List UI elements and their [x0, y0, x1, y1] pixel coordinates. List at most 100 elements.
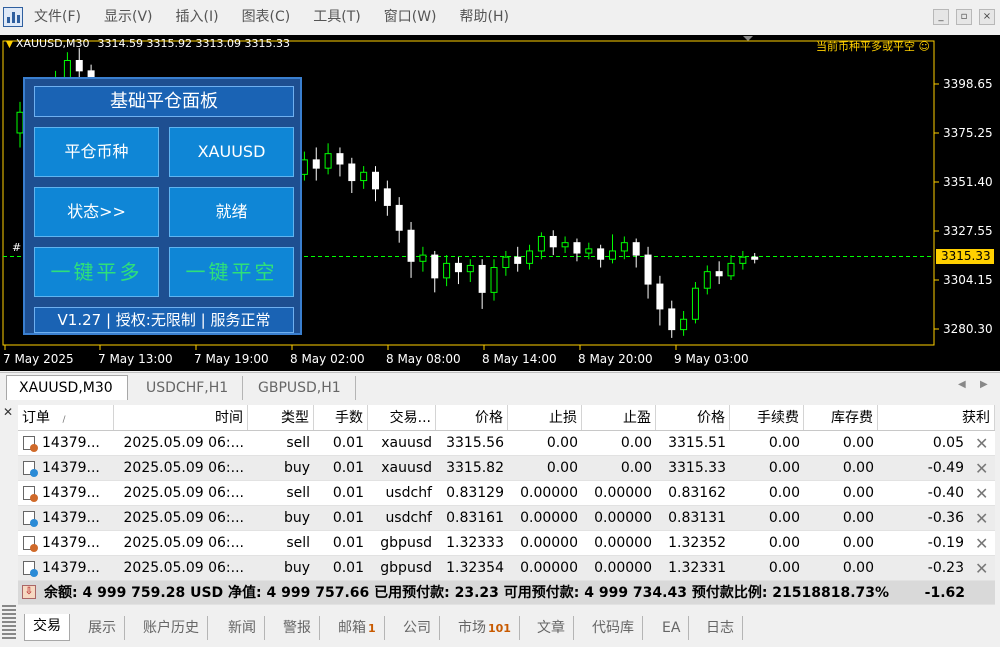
cell-type: buy	[283, 560, 310, 576]
tab-market[interactable]: 市场 101	[450, 616, 520, 640]
cell-symbol: gbpusd	[380, 560, 432, 576]
tab-trade[interactable]: 交易	[24, 614, 70, 641]
price-tick: 3375.25	[943, 126, 993, 140]
time-tick: 8 May 08:00	[386, 352, 461, 366]
time-tick: 8 May 20:00	[578, 352, 653, 366]
cell-tp: 0.00000	[594, 510, 652, 526]
tab-news[interactable]: 新闻	[220, 616, 265, 640]
cell-price: 0.83162	[668, 485, 726, 501]
candle-body	[300, 159, 308, 175]
tab-scroll-left-icon[interactable]: ◀	[958, 379, 966, 390]
cell-ticket: 14379...	[42, 560, 100, 576]
cell-open-price: 1.32354	[446, 560, 504, 576]
column-header-time[interactable]: 时间	[114, 405, 248, 430]
menu-charts[interactable]: 图表(C)	[242, 0, 291, 35]
close-order-icon[interactable]: ✕	[975, 456, 988, 481]
close-order-icon[interactable]: ✕	[975, 506, 988, 531]
close-symbol-value-button[interactable]: XAUUSD	[169, 127, 294, 177]
close-icon[interactable]: ×	[979, 9, 995, 25]
candle-body	[680, 318, 688, 331]
candle-body	[514, 256, 522, 264]
price-chart[interactable]: ▼ XAUUSD,M30 3314.59 3315.92 3313.09 3315.…	[0, 35, 1000, 371]
table-row[interactable]: 14379... 2025.05.09 06:... sell 0.01 gbpusd 1…	[18, 531, 995, 556]
tab-mailbox[interactable]: 邮箱 1	[330, 616, 385, 640]
dropdown-triangle-icon[interactable]: ▼	[6, 40, 13, 50]
menu-file[interactable]: 文件(F)	[34, 0, 81, 35]
menu-window[interactable]: 窗口(W)	[384, 0, 437, 35]
column-header-lots[interactable]: 手数	[314, 405, 368, 430]
close-order-icon[interactable]: ✕	[975, 481, 988, 506]
tab-ea[interactable]: EA	[654, 616, 690, 640]
candle-body	[419, 254, 427, 262]
table-row[interactable]: 14379... 2025.05.09 06:... sell 0.01 usdchf 0…	[18, 481, 995, 506]
terminal-close-icon[interactable]: ✕	[3, 405, 13, 419]
tab-company[interactable]: 公司	[395, 616, 440, 640]
table-row[interactable]: 14379... 2025.05.09 06:... buy 0.01 gbpusd 1.…	[18, 556, 995, 581]
tab-scroll-right-icon[interactable]: ▶	[980, 379, 988, 390]
table-row[interactable]: 14379... 2025.05.09 06:... sell 0.01 xauusd 3…	[18, 431, 995, 456]
close-symbol-label-button[interactable]: 平仓币种	[34, 127, 159, 177]
cell-commission: 0.00	[768, 485, 800, 501]
column-header-open-price[interactable]: 价格	[436, 405, 508, 430]
cell-swap: 0.00	[842, 535, 874, 551]
tab-alerts[interactable]: 警报	[275, 616, 320, 640]
restore-icon[interactable]: ▫	[956, 9, 972, 25]
cell-time: 2025.05.09 06:...	[123, 460, 245, 476]
table-row[interactable]: 14379... 2025.05.09 06:... buy 0.01 usdchf 0.…	[18, 506, 995, 531]
tab-journal[interactable]: 日志	[698, 616, 743, 640]
column-header-ticket[interactable]: 订单 /	[18, 405, 114, 430]
menu-tools[interactable]: 工具(T)	[313, 0, 360, 35]
cell-type: buy	[283, 510, 310, 526]
column-header-type[interactable]: 类型	[248, 405, 314, 430]
chart-tab-xauusd[interactable]: XAUUSD,M30	[6, 375, 128, 401]
status-label-button[interactable]: 状态>>	[34, 187, 159, 237]
candle-body	[324, 153, 332, 169]
account-summary-row: ⇩ 余额: 4 999 759.28 USD 净值: 4 999 757.66 …	[18, 581, 995, 605]
candle-body	[691, 287, 699, 320]
terminal-toolbox-label	[2, 605, 16, 640]
line-label: #	[12, 241, 22, 254]
cell-tp: 0.00000	[594, 485, 652, 501]
chart-tab-usdchf[interactable]: USDCHF,H1	[134, 376, 244, 400]
column-header-swap[interactable]: 库存费	[804, 405, 878, 430]
status-value-button[interactable]: 就绪	[169, 187, 294, 237]
cell-sl: 0.00000	[520, 510, 578, 526]
candle-body	[727, 262, 735, 277]
column-header-profit[interactable]: 获利	[878, 405, 995, 430]
candle-body	[407, 229, 415, 262]
close-order-icon[interactable]: ✕	[975, 431, 988, 456]
chart-shift-marker	[743, 36, 753, 41]
tab-code-base[interactable]: 代码库	[584, 616, 643, 640]
menu-view[interactable]: 显示(V)	[104, 0, 153, 35]
column-header-price[interactable]: 价格	[656, 405, 730, 430]
candle-body	[454, 262, 462, 273]
close-order-icon[interactable]: ✕	[975, 556, 988, 581]
terminal-panel: ✕ 订单 / 时间 类型 手数 交易... 价格 止损 止盈 价格 手续费 库存…	[0, 400, 1000, 647]
column-header-tp[interactable]: 止盈	[582, 405, 656, 430]
table-row[interactable]: 14379... 2025.05.09 06:... buy 0.01 xauusd 33…	[18, 456, 995, 481]
column-header-sl[interactable]: 止损	[508, 405, 582, 430]
minimize-icon[interactable]: _	[933, 9, 949, 25]
menu-help[interactable]: 帮助(H)	[460, 0, 509, 35]
chart-tab-gbpusd[interactable]: GBPUSD,H1	[246, 376, 356, 400]
cell-commission: 0.00	[768, 460, 800, 476]
close-order-icon[interactable]: ✕	[975, 531, 988, 556]
summary-arrow-icon: ⇩	[22, 585, 36, 599]
menu-insert[interactable]: 插入(I)	[176, 0, 219, 35]
tab-articles[interactable]: 文章	[529, 616, 574, 640]
total-profit: -1.62	[924, 585, 965, 601]
cell-type: buy	[283, 460, 310, 476]
close-all-short-button[interactable]: 一键平空	[169, 247, 294, 297]
candle-body	[348, 163, 356, 182]
app-chart-icon[interactable]	[3, 7, 23, 27]
candle-body	[715, 271, 723, 277]
tab-exposure[interactable]: 展示	[80, 616, 125, 640]
close-all-long-button[interactable]: 一键平多	[34, 247, 159, 297]
column-header-commission[interactable]: 手续费	[730, 405, 804, 430]
cell-open-price: 1.32333	[446, 535, 504, 551]
time-tick: 7 May 19:00	[194, 352, 269, 366]
column-header-symbol[interactable]: 交易...	[368, 405, 436, 430]
tab-account-history[interactable]: 账户历史	[135, 616, 208, 640]
cell-sl: 0.00	[546, 435, 578, 451]
cell-type: sell	[286, 435, 310, 451]
